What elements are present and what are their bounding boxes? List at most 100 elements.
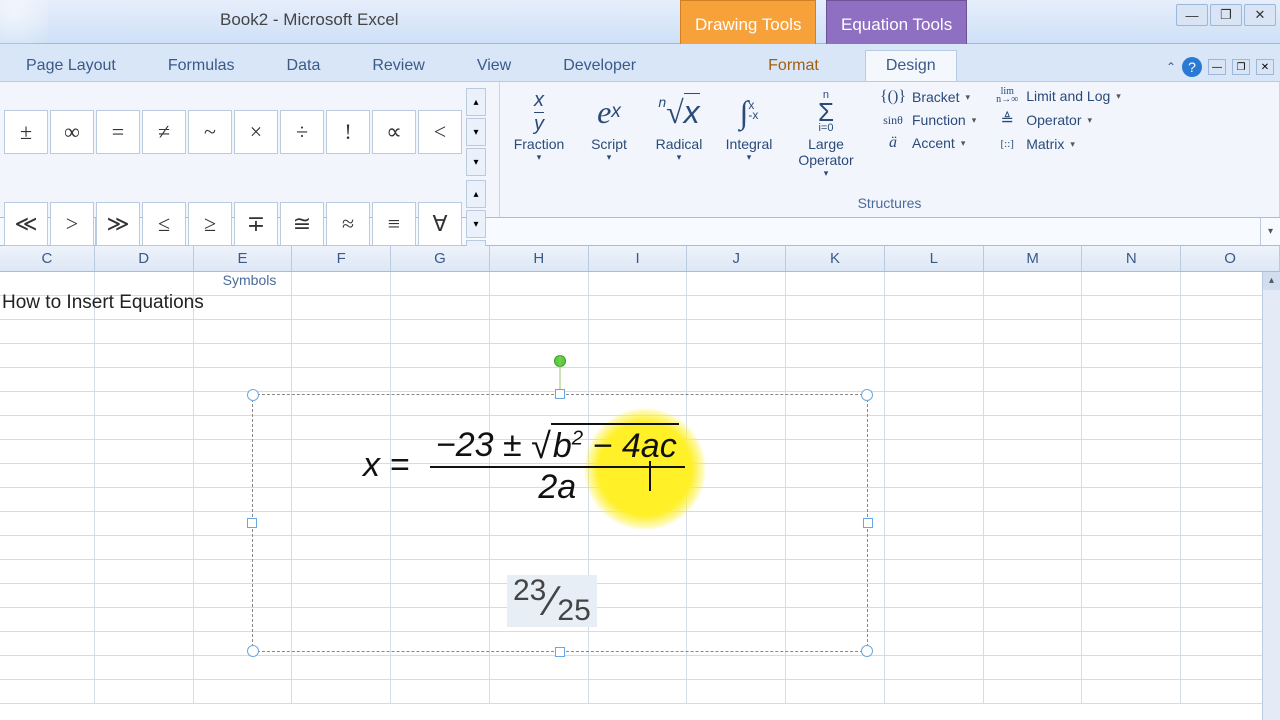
- symbol-∓[interactable]: ∓: [234, 202, 278, 246]
- grid-cell[interactable]: [194, 272, 293, 295]
- grid-cell[interactable]: [885, 392, 984, 415]
- grid-cell[interactable]: [194, 656, 293, 679]
- grid-cell[interactable]: [786, 368, 885, 391]
- symbol-≫[interactable]: ≫: [96, 202, 140, 246]
- grid-cell[interactable]: [885, 488, 984, 511]
- grid-cell[interactable]: [687, 296, 786, 319]
- tab-page-layout[interactable]: Page Layout: [20, 57, 122, 81]
- tab-view[interactable]: View: [471, 57, 517, 81]
- grid-cell[interactable]: [786, 296, 885, 319]
- grid-cell[interactable]: [95, 584, 194, 607]
- column-header-L[interactable]: L: [885, 246, 984, 271]
- grid-cell[interactable]: [885, 656, 984, 679]
- grid-cell[interactable]: [885, 464, 984, 487]
- grid-cell[interactable]: [589, 656, 688, 679]
- grid-cell[interactable]: [292, 272, 391, 295]
- symbol-∞[interactable]: ∞: [50, 110, 94, 154]
- grid-cell[interactable]: [0, 536, 95, 559]
- grid-cell[interactable]: [0, 344, 95, 367]
- grid-cell[interactable]: [589, 296, 688, 319]
- worksheet-grid[interactable]: CDEFGHIJKLMNO How to Insert Equations x …: [0, 246, 1280, 720]
- grid-cell[interactable]: [0, 680, 95, 703]
- grid-cell[interactable]: [391, 368, 490, 391]
- tab-data[interactable]: Data: [281, 57, 327, 81]
- symbol-~[interactable]: ~: [188, 110, 232, 154]
- grid-cell[interactable]: [95, 536, 194, 559]
- minimize-ribbon-icon[interactable]: ⌃: [1166, 60, 1176, 74]
- cell-content[interactable]: How to Insert Equations: [0, 292, 204, 314]
- grid-cell[interactable]: [984, 416, 1083, 439]
- function-button[interactable]: sinθFunction▾: [880, 112, 976, 128]
- grid-cell[interactable]: [589, 320, 688, 343]
- grid-cell[interactable]: [0, 656, 95, 679]
- symbol-÷[interactable]: ÷: [280, 110, 324, 154]
- grid-cell[interactable]: [1082, 272, 1181, 295]
- grid-cell[interactable]: [490, 344, 589, 367]
- grid-cell[interactable]: [984, 272, 1083, 295]
- grid-cell[interactable]: [885, 680, 984, 703]
- symbol->[interactable]: >: [50, 202, 94, 246]
- gallery-up-icon[interactable]: ▴: [466, 180, 486, 208]
- grid-cell[interactable]: [490, 320, 589, 343]
- grid-cell[interactable]: [490, 680, 589, 703]
- resize-handle-s[interactable]: [555, 647, 565, 657]
- grid-cell[interactable]: [1082, 392, 1181, 415]
- grid-cell[interactable]: [490, 272, 589, 295]
- symbol-±[interactable]: ±: [4, 110, 48, 154]
- symbol-≤[interactable]: ≤: [142, 202, 186, 246]
- grid-cell[interactable]: [1082, 440, 1181, 463]
- workbook-restore-button[interactable]: ❐: [1232, 59, 1250, 75]
- grid-cell[interactable]: [194, 296, 293, 319]
- grid-cell[interactable]: [885, 560, 984, 583]
- grid-cell[interactable]: [391, 344, 490, 367]
- workbook-close-button[interactable]: ✕: [1256, 59, 1274, 75]
- grid-cell[interactable]: [0, 584, 95, 607]
- gallery-up-icon[interactable]: ▴: [466, 88, 486, 116]
- column-header-J[interactable]: J: [687, 246, 786, 271]
- grid-cell[interactable]: [292, 344, 391, 367]
- grid-cell[interactable]: [95, 632, 194, 655]
- gallery-down-icon[interactable]: ▾: [466, 118, 486, 146]
- symbol-<[interactable]: <: [418, 110, 462, 154]
- contextual-tab-drawing-tools[interactable]: Drawing Tools: [680, 0, 816, 44]
- grid-cell[interactable]: [95, 608, 194, 631]
- grid-cell[interactable]: [194, 680, 293, 703]
- grid-cell[interactable]: [885, 512, 984, 535]
- grid-cell[interactable]: [391, 296, 490, 319]
- grid-cell[interactable]: [984, 608, 1083, 631]
- grid-cell[interactable]: [1082, 464, 1181, 487]
- grid-cell[interactable]: [95, 320, 194, 343]
- script-button[interactable]: ex Script▾: [580, 88, 638, 163]
- grid-cell[interactable]: [589, 344, 688, 367]
- limit-log-button[interactable]: limn→∞Limit and Log▾: [994, 88, 1121, 104]
- maximize-button[interactable]: ❐: [1210, 4, 1242, 26]
- grid-cell[interactable]: [1082, 296, 1181, 319]
- grid-cell[interactable]: [589, 368, 688, 391]
- workbook-minimize-button[interactable]: —: [1208, 59, 1226, 75]
- grid-cell[interactable]: [885, 296, 984, 319]
- grid-cell[interactable]: [95, 344, 194, 367]
- grid-cell[interactable]: [1082, 512, 1181, 535]
- grid-cell[interactable]: [1082, 344, 1181, 367]
- resize-handle-w[interactable]: [247, 518, 257, 528]
- grid-cell[interactable]: [786, 656, 885, 679]
- grid-cell[interactable]: [95, 416, 194, 439]
- bracket-button[interactable]: {()}Bracket▾: [880, 88, 976, 106]
- grid-cell[interactable]: [1082, 368, 1181, 391]
- quadratic-equation[interactable]: x = −23 ± √ b2 − 4ac 2a: [363, 423, 685, 507]
- grid-cell[interactable]: [984, 632, 1083, 655]
- tab-format[interactable]: Format: [762, 57, 825, 81]
- column-header-I[interactable]: I: [589, 246, 688, 271]
- gallery-down-icon[interactable]: ▾: [466, 210, 486, 238]
- grid-cell[interactable]: [1082, 488, 1181, 511]
- grid-cell[interactable]: [885, 344, 984, 367]
- grid-cell[interactable]: [1082, 632, 1181, 655]
- vertical-scrollbar[interactable]: ▴: [1262, 272, 1280, 720]
- contextual-tab-equation-tools[interactable]: Equation Tools: [826, 0, 967, 44]
- tab-review[interactable]: Review: [366, 57, 430, 81]
- accent-button[interactable]: äAccent▾: [880, 134, 976, 152]
- grid-cell[interactable]: [292, 320, 391, 343]
- grid-cell[interactable]: [95, 368, 194, 391]
- grid-cell[interactable]: [95, 680, 194, 703]
- grid-cell[interactable]: [95, 560, 194, 583]
